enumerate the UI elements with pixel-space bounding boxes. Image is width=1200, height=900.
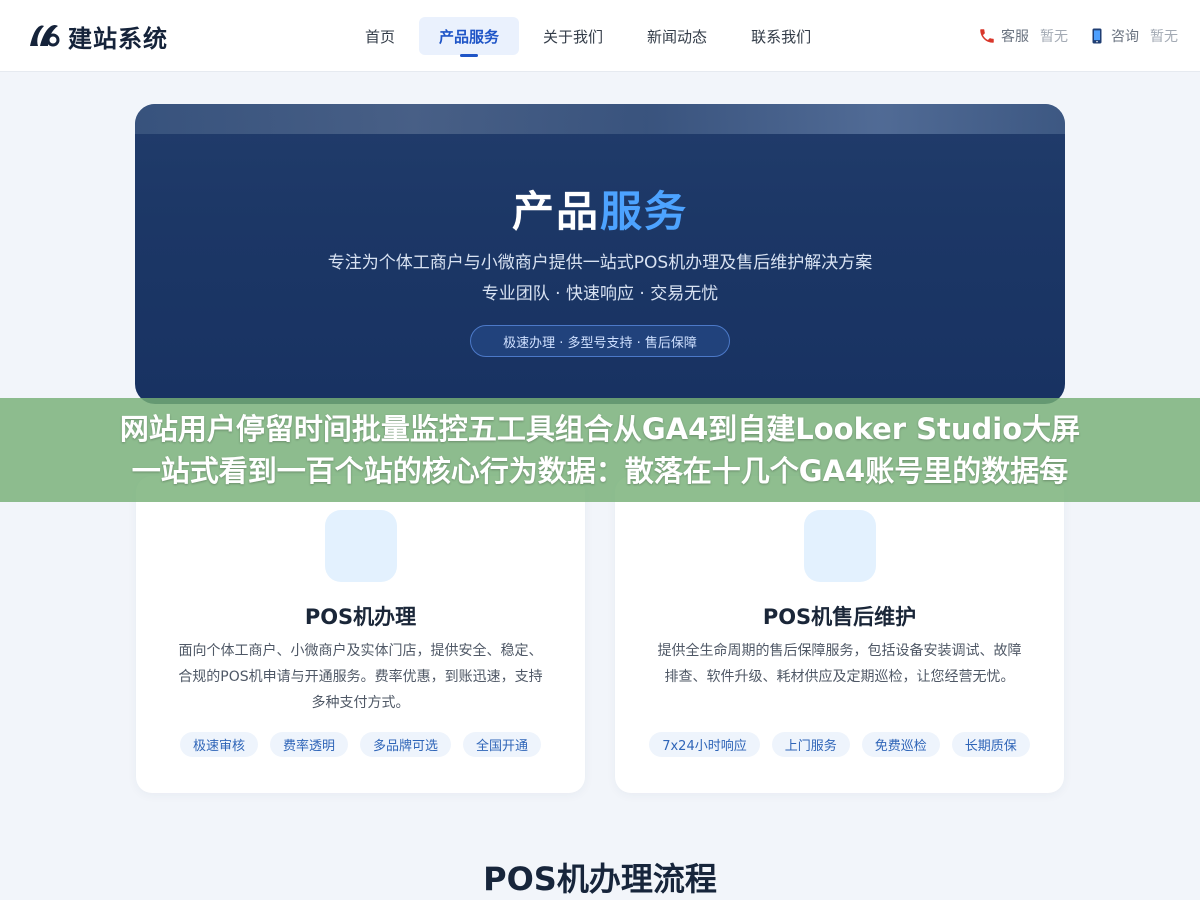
card-title: POS机办理 xyxy=(304,605,417,629)
hero-subtitle: 专注为个体工商户与小微商户提供一站式POS机办理及售后维护解决方案 xyxy=(327,253,873,273)
hero-title-accent: 服务 xyxy=(600,187,689,236)
nav-item-about[interactable]: 关于我们 xyxy=(523,17,623,55)
site-header: 建站系统 首页 产品服务 关于我们 新闻动态 联系我们 客服 暂无 咨询 暂无 xyxy=(0,0,1200,72)
contact-service-value: 暂无 xyxy=(1040,29,1068,45)
card-description: 提供全生命周期的售后保障服务，包括设备安装调试、故障排查、软件升级、耗材供应及定… xyxy=(657,643,1022,685)
contact-service[interactable]: 客服 暂无 xyxy=(978,26,1068,46)
hero-tagline: 专业团队 · 快速响应 · 交易无忧 xyxy=(481,284,719,304)
contact-consult[interactable]: 咨询 暂无 xyxy=(1088,26,1178,46)
overlay-caption-banner: 网站用户停留时间批量监控五工具组合从GA4到自建Looker Studio大屏 … xyxy=(0,398,1200,502)
card-tag: 上门服务 xyxy=(771,732,850,757)
card-title: POS机售后维护 xyxy=(762,605,917,629)
hero-title: 产品服务 xyxy=(135,178,1065,239)
card-tags: 极速审核 费率透明 多品牌可选 全国开通 xyxy=(136,732,585,757)
service-icon xyxy=(324,510,397,582)
main-nav: 首页 产品服务 关于我们 新闻动态 联系我们 xyxy=(345,17,831,57)
card-tag: 多品牌可选 xyxy=(360,732,452,757)
contact-service-label: 客服 xyxy=(1001,29,1029,45)
logo-mark-icon xyxy=(30,24,60,47)
service-card-pos-maintenance[interactable]: POS机售后维护 提供全生命周期的售后保障服务，包括设备安装调试、故障排查、软件… xyxy=(615,476,1064,793)
hero-background-strip xyxy=(135,104,1065,134)
mobile-icon xyxy=(1092,28,1102,44)
overlay-caption-line: 一站式看到一百个站的核心行为数据：散落在十几个GA4账号里的数据每 xyxy=(131,454,1069,488)
contact-consult-label: 咨询 xyxy=(1111,29,1139,45)
service-icon xyxy=(803,510,876,582)
hero-banner: 产品服务 专注为个体工商户与小微商户提供一站式POS机办理及售后维护解决方案 专… xyxy=(135,104,1065,404)
hero-title-main: 产品 xyxy=(511,187,600,236)
card-tag: 长期质保 xyxy=(951,732,1030,757)
nav-item-news[interactable]: 新闻动态 xyxy=(627,17,727,55)
nav-item-contact[interactable]: 联系我们 xyxy=(731,17,831,55)
nav-item-products[interactable]: 产品服务 xyxy=(419,17,520,57)
brand-name: 建站系统 xyxy=(68,24,168,53)
nav-item-home[interactable]: 首页 xyxy=(345,17,415,55)
card-tag: 费率透明 xyxy=(269,732,348,757)
card-tags: 7x24小时响应 上门服务 免费巡检 长期质保 xyxy=(615,732,1064,757)
contact-consult-value: 暂无 xyxy=(1150,29,1178,45)
overlay-caption-line: 网站用户停留时间批量监控五工具组合从GA4到自建Looker Studio大屏 xyxy=(119,412,1081,446)
card-description: 面向个体工商户、小微商户及实体门店，提供安全、稳定、合规的POS机申请与开通服务… xyxy=(178,643,543,711)
card-tag: 免费巡检 xyxy=(861,732,940,757)
hero-feature-pill: 极速办理 · 多型号支持 · 售后保障 xyxy=(470,325,730,357)
header-contacts: 客服 暂无 咨询 暂无 xyxy=(978,26,1178,46)
card-tag: 7x24小时响应 xyxy=(649,732,760,757)
card-tag: 全国开通 xyxy=(463,732,542,757)
service-card-pos-apply[interactable]: POS机办理 面向个体工商户、小微商户及实体门店，提供安全、稳定、合规的POS机… xyxy=(136,476,585,793)
site-logo[interactable]: 建站系统 xyxy=(26,18,168,54)
section-title-process: POS机办理流程 xyxy=(483,860,717,898)
phone-icon xyxy=(980,29,994,43)
card-tag: 极速审核 xyxy=(179,732,258,757)
